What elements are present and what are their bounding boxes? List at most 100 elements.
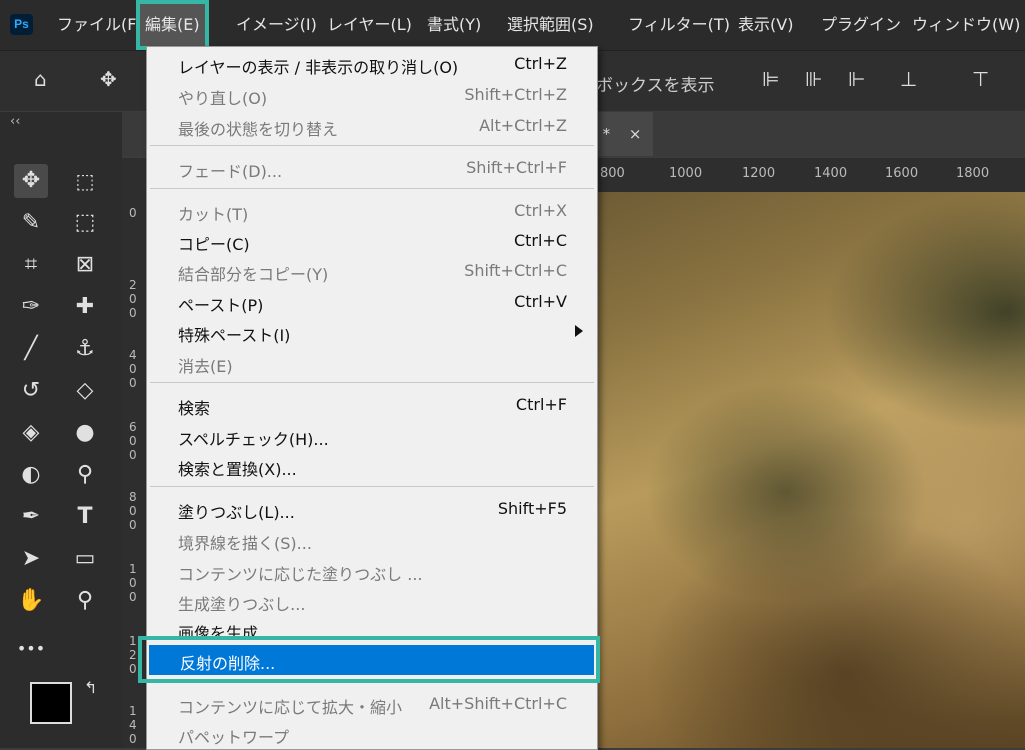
- menu-image[interactable]: イメージ(I): [236, 0, 317, 50]
- vruler-tick: 2 0 0: [129, 278, 137, 320]
- vruler-tick: 6 0 0: [129, 420, 137, 462]
- stamp-icon[interactable]: ⚓: [68, 332, 102, 366]
- dodge-icon[interactable]: ◐: [14, 458, 48, 492]
- menu-clear[interactable]: 消去(E): [147, 348, 597, 378]
- marquee-icon[interactable]: ⬚: [68, 164, 102, 198]
- align-bottom-icon[interactable]: ⊥: [900, 67, 917, 91]
- menu-copy[interactable]: コピー(C) Ctrl+C: [147, 226, 597, 256]
- menu-item-label: パペットワープ: [178, 728, 290, 747]
- menu-edit[interactable]: 編集(E): [136, 0, 209, 50]
- menu-item-label: 画像を生成: [178, 624, 259, 637]
- menu-item-shortcut: Alt+Shift+Ctrl+C: [429, 694, 567, 713]
- frame-icon[interactable]: ⊠: [68, 248, 102, 282]
- menu-find-replace[interactable]: 検索と置換(X)...: [147, 451, 597, 481]
- move-icon[interactable]: ✥: [14, 164, 48, 198]
- home-icon[interactable]: ⌂: [34, 67, 47, 91]
- menu-content-aware-fill[interactable]: コンテンツに応じた塗りつぶし ...: [147, 556, 597, 586]
- menu-item-shortcut: Shift+Ctrl+C: [464, 261, 567, 280]
- menu-item-label: 結合部分をコピー(Y): [178, 265, 329, 284]
- ruler-tick: 1200: [742, 166, 776, 181]
- menu-item-shortcut: Shift+Ctrl+F: [466, 158, 567, 177]
- menu-item-label: 消去(E): [178, 357, 233, 376]
- eraser-icon[interactable]: ◇: [68, 374, 102, 408]
- crop-icon[interactable]: ⌗: [14, 248, 48, 282]
- submenu-arrow-icon: [575, 325, 583, 337]
- menu-stroke[interactable]: 境界線を描く(S)...: [147, 525, 597, 555]
- type-icon[interactable]: T: [68, 500, 102, 534]
- menu-item-label: レイヤーの表示 / 非表示の取り消し(O): [178, 58, 459, 77]
- quick-select-icon[interactable]: ✎: [14, 206, 48, 240]
- menu-copy-merged[interactable]: 結合部分をコピー(Y) Shift+Ctrl+C: [147, 256, 597, 286]
- align-top-icon[interactable]: ⊤: [972, 67, 989, 91]
- menu-separator: [150, 382, 594, 383]
- menu-separator: [150, 486, 594, 487]
- menu-separator: [150, 145, 594, 146]
- menu-select[interactable]: 選択範囲(S): [507, 0, 594, 50]
- menu-content-aware-scale[interactable]: コンテンツに応じて拡大・縮小 Alt+Shift+Ctrl+C: [147, 689, 597, 719]
- menu-item-label: コンテンツに応じた塗りつぶし ...: [178, 565, 423, 584]
- menu-undo[interactable]: レイヤーの表示 / 非表示の取り消し(O) Ctrl+Z: [147, 49, 597, 79]
- align-left-icon[interactable]: ⊫: [762, 67, 779, 91]
- show-bounding-box-label[interactable]: ボックスを表示: [596, 71, 715, 96]
- menu-redo[interactable]: やり直し(O) Shift+Ctrl+Z: [147, 80, 597, 110]
- toolbox: ‹‹ ✥ ⬚ ✎ ⬚ ⌗ ⊠ ✑ ✚ ╱ ⚓ ↺ ◇ ◈ ● ◐ ⚲ ✒ T ➤…: [0, 112, 122, 748]
- object-select-icon[interactable]: ⬚: [68, 206, 102, 240]
- menu-cut[interactable]: カット(T) Ctrl+X: [147, 196, 597, 226]
- healing-brush-icon[interactable]: ✚: [68, 290, 102, 324]
- pen-icon[interactable]: ✒: [14, 500, 48, 534]
- eyedropper-icon[interactable]: ✑: [14, 290, 48, 324]
- zoom-icon[interactable]: ⚲: [68, 584, 102, 618]
- more-icon[interactable]: •••: [14, 632, 48, 666]
- collapse-icon[interactable]: ‹‹: [10, 114, 20, 129]
- menu-layer[interactable]: レイヤー(L): [327, 0, 412, 50]
- menu-generative-fill[interactable]: 生成塗りつぶし...: [147, 586, 597, 616]
- menu-puppet-warp[interactable]: パペットワープ: [147, 719, 597, 749]
- swap-colors-icon[interactable]: ↰: [84, 678, 97, 697]
- history-brush-icon[interactable]: ↺: [14, 374, 48, 408]
- menu-fade[interactable]: フェード(D)... Shift+Ctrl+F: [147, 153, 597, 183]
- vruler-tick: 0: [129, 206, 137, 220]
- menu-toggle-last-state[interactable]: 最後の状態を切り替え Alt+Ctrl+Z: [147, 111, 597, 141]
- ruler-tick: 1000: [669, 166, 703, 181]
- burn-icon[interactable]: ⚲: [68, 458, 102, 492]
- menu-window[interactable]: ウィンドウ(W): [912, 0, 1020, 50]
- align-right-icon[interactable]: ⊩: [848, 67, 865, 91]
- menu-fill[interactable]: 塗りつぶし(L)... Shift+F5: [147, 494, 597, 524]
- foreground-color-swatch[interactable]: [30, 682, 72, 724]
- menu-paste-special[interactable]: 特殊ペースト(I): [147, 317, 597, 347]
- menu-spellcheck[interactable]: スペルチェック(H)...: [147, 421, 597, 451]
- menu-search[interactable]: 検索 Ctrl+F: [147, 390, 597, 420]
- menu-item-shortcut: Alt+Ctrl+Z: [479, 116, 567, 135]
- menu-view[interactable]: 表示(V): [738, 0, 793, 50]
- menu-item-label: 塗りつぶし(L)...: [178, 503, 295, 522]
- menu-item-label: 境界線を描く(S)...: [178, 534, 312, 553]
- photoshop-logo: Ps: [10, 14, 33, 35]
- paint-bucket-icon[interactable]: ◈: [14, 416, 48, 450]
- hand-icon[interactable]: ✋: [14, 584, 48, 618]
- menu-item-shortcut: Ctrl+C: [513, 231, 567, 250]
- menu-item-label: スペルチェック(H)...: [178, 430, 329, 449]
- vruler-tick: 8 0 0: [129, 490, 137, 532]
- path-select-icon[interactable]: ➤: [14, 542, 48, 576]
- menu-item-label: カット(T): [178, 205, 249, 224]
- menu-paste[interactable]: ペースト(P) Ctrl+V: [147, 287, 597, 317]
- menu-plugins[interactable]: プラグイン: [821, 0, 901, 50]
- menu-type[interactable]: 書式(Y): [427, 0, 481, 50]
- close-icon[interactable]: ×: [629, 125, 642, 143]
- rectangle-icon[interactable]: ▭: [68, 542, 102, 576]
- vruler-tick: 1 0 0: [129, 562, 137, 604]
- menu-separator: [150, 188, 594, 189]
- menu-file[interactable]: ファイル(F): [57, 0, 143, 50]
- menu-generate-image[interactable]: 画像を生成: [147, 615, 597, 637]
- brush-icon[interactable]: ╱: [14, 332, 48, 366]
- menu-item-label: コンテンツに応じて拡大・縮小: [178, 698, 403, 717]
- move-options-icon[interactable]: ✥: [100, 67, 117, 91]
- blur-icon[interactable]: ●: [68, 416, 102, 450]
- menu-filter[interactable]: フィルター(T): [628, 0, 730, 50]
- align-center-icon[interactable]: ⊪: [805, 67, 822, 91]
- document-tab[interactable]: ) * ×: [592, 112, 654, 156]
- menu-item-label: 最後の状態を切り替え: [178, 120, 339, 139]
- menu-item-label: 検索: [178, 399, 211, 418]
- menu-item-shortcut: Ctrl+X: [514, 201, 567, 220]
- menu-item-shortcut: Shift+F5: [497, 499, 567, 518]
